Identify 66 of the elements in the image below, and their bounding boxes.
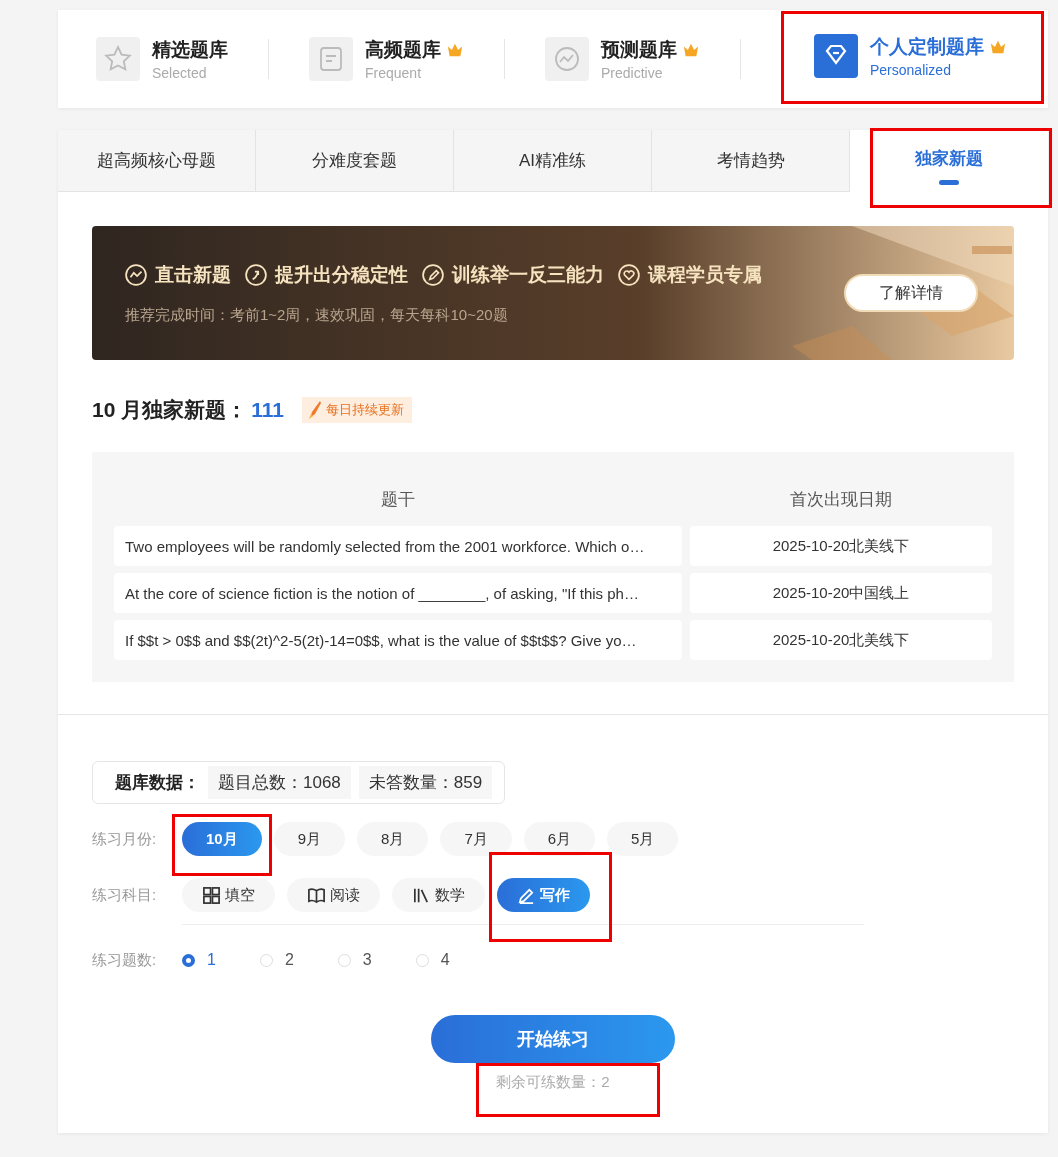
bank-subtitle: Selected xyxy=(152,65,208,81)
subject-pill[interactable]: 写作 xyxy=(497,878,590,912)
column-header: 首次出现日期 xyxy=(789,488,893,511)
bank-option[interactable]: 个人定制题库 Personalized xyxy=(814,34,1007,78)
bank-option[interactable]: 高频题库 Frequent xyxy=(309,37,464,81)
bank-title: 高频题库 xyxy=(365,38,441,62)
banner-note: 推荐完成时间：考前1~2周，速效巩固，每天每科10~20题 xyxy=(125,305,509,325)
radio-label: 3 xyxy=(362,951,372,969)
crown-icon xyxy=(682,42,700,58)
details-button[interactable]: 了解详情 xyxy=(844,274,978,312)
tab[interactable]: 超高频核心母题 xyxy=(58,130,256,192)
question-cell[interactable]: If $$t > 0$$ and $$(2t)^2-5(2t)-14=0$$, what is the value of $$t$$? Give yo… xyxy=(114,620,682,660)
date-cell: 2025-10-20中国线上 xyxy=(690,573,992,613)
bank-option[interactable]: 预测题库 Predictive xyxy=(545,37,700,81)
question-cell[interactable]: Two employees will be randomly selected from the 2001 workforce. Which o… xyxy=(114,526,682,566)
field-label: 练习月份: xyxy=(92,829,158,849)
feature-label: 训练举一反三能力 xyxy=(452,262,604,287)
grid-icon xyxy=(202,885,221,905)
question-cell[interactable]: At the core of science fiction is the notion of ________, of asking, "If this ph… xyxy=(114,573,682,613)
crown-icon xyxy=(989,39,1007,55)
question-count: 111 xyxy=(251,398,284,422)
subject-pill[interactable]: 数学 xyxy=(392,878,485,912)
trend-icon xyxy=(125,263,147,286)
remaining-count: 剩余可练数量：2 xyxy=(496,1073,610,1090)
tab[interactable]: AI精准练 xyxy=(454,130,652,192)
stat-chip: 题目总数：1068 xyxy=(208,766,351,799)
crown-icon xyxy=(446,42,464,58)
bank-subtitle: Frequent xyxy=(365,65,423,81)
bank-subtitle: Personalized xyxy=(870,62,952,78)
bank-title: 精选题库 xyxy=(152,38,228,62)
month-pill[interactable]: 5月 xyxy=(607,822,679,856)
book-icon xyxy=(307,885,326,905)
tab[interactable]: 独家新题 xyxy=(850,130,1048,192)
tab[interactable]: 考情趋势 xyxy=(652,130,850,192)
bank-option[interactable]: 精选题库 Selected xyxy=(96,37,228,81)
feature-label: 直击新题 xyxy=(155,262,231,287)
month-pill[interactable]: 10月 xyxy=(182,822,262,856)
tab[interactable]: 分难度套题 xyxy=(256,130,454,192)
feature-label: 提升出分稳定性 xyxy=(275,262,408,287)
feature-label: 课程学员专属 xyxy=(648,262,762,287)
radio-label: 1 xyxy=(207,951,216,969)
field-label: 练习题数: xyxy=(92,950,158,970)
field-label: 练习科目: xyxy=(92,885,158,905)
pencil-icon xyxy=(422,263,444,286)
badge-text: 每日持续更新 xyxy=(325,401,404,419)
bank-title: 个人定制题库 xyxy=(870,35,984,59)
bank-title: 预测题库 xyxy=(601,38,677,62)
document-icon xyxy=(309,37,353,81)
date-cell: 2025-10-20北美线下 xyxy=(690,620,992,660)
radio-button[interactable] xyxy=(182,953,195,967)
gem-icon xyxy=(814,34,858,78)
trend-icon xyxy=(545,37,589,81)
section-title: 10 月独家新题： xyxy=(92,397,248,423)
subject-pill[interactable]: 阅读 xyxy=(287,878,380,912)
radio-label: 2 xyxy=(284,951,294,969)
start-button[interactable]: 开始练习 xyxy=(431,1015,675,1063)
bank-subtitle: Predictive xyxy=(601,65,664,81)
month-pill[interactable]: 9月 xyxy=(273,822,346,856)
column-header: 题干 xyxy=(380,488,416,511)
month-pill[interactable]: 7月 xyxy=(440,822,512,856)
radio-label: 4 xyxy=(440,951,450,969)
month-pill[interactable]: 8月 xyxy=(357,822,429,856)
date-cell: 2025-10-20北美线下 xyxy=(690,526,992,566)
subject-pill[interactable]: 填空 xyxy=(182,878,275,912)
stat-chip: 未答数量：859 xyxy=(358,766,493,799)
stats-label: 题库数据： xyxy=(115,772,200,794)
